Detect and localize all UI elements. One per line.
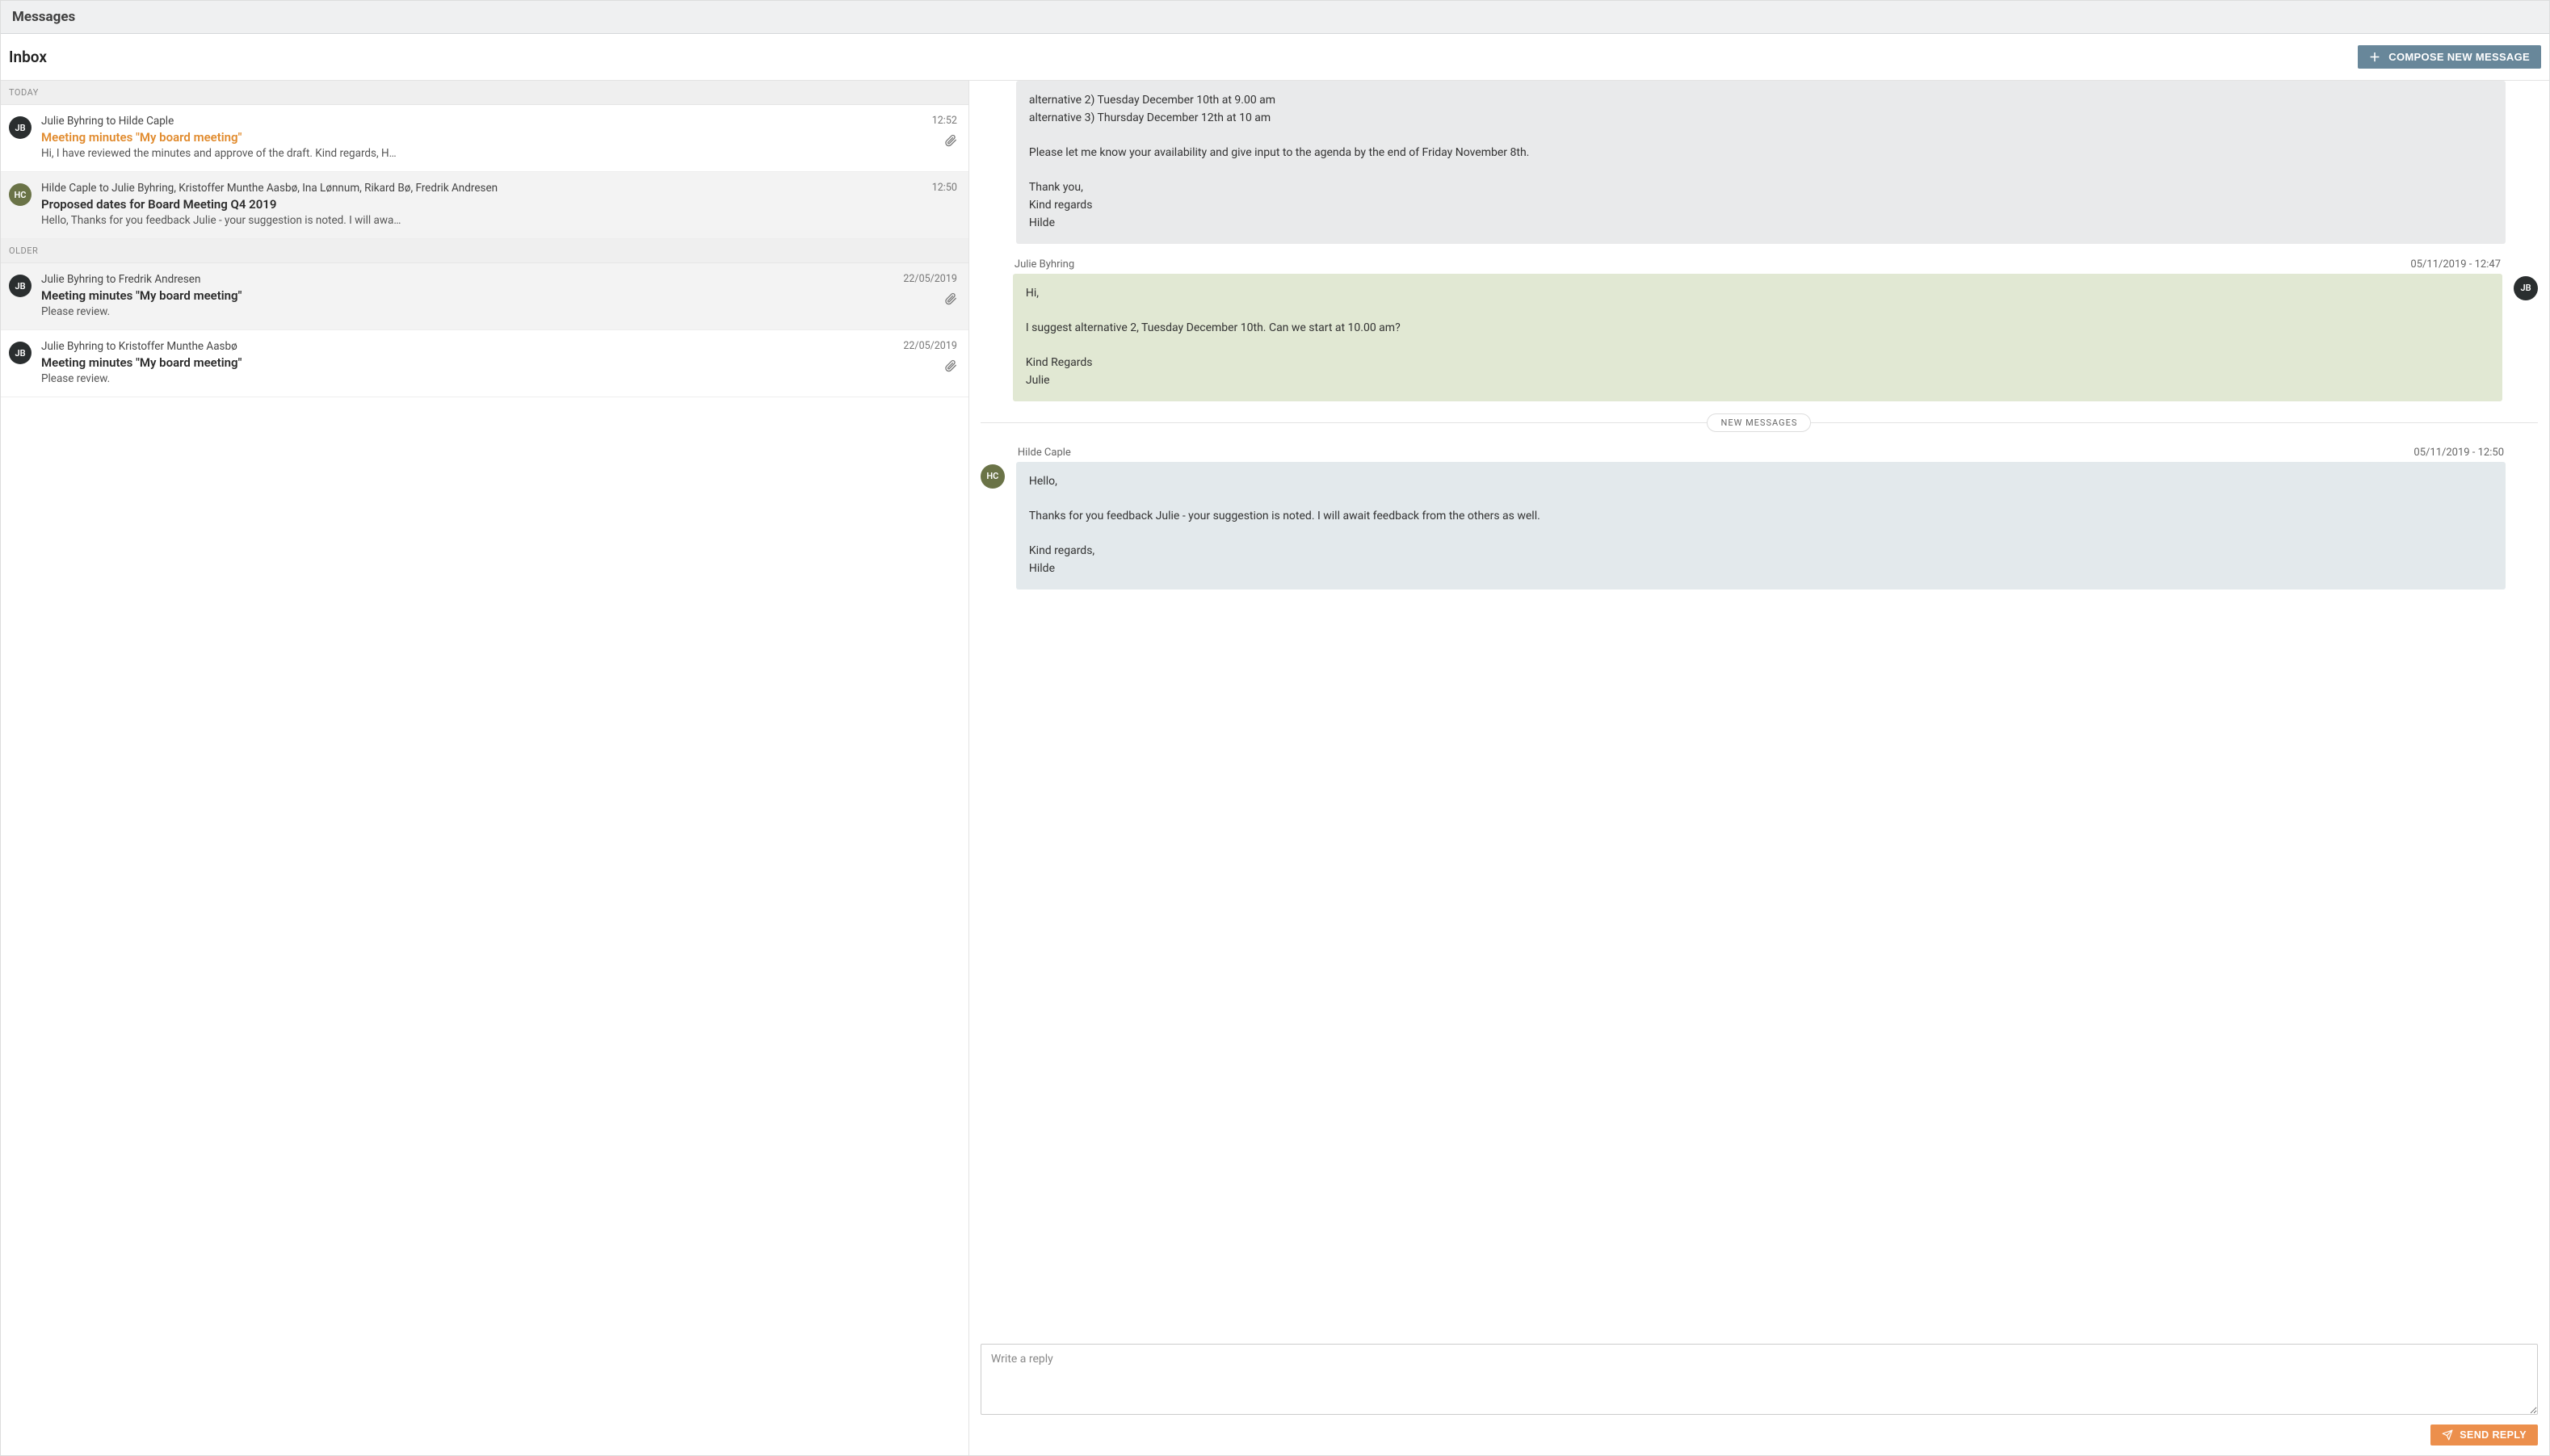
message-subject: Meeting minutes "My board meeting" [41, 288, 957, 303]
reply-input[interactable] [981, 1344, 2538, 1415]
avatar: JB [9, 342, 32, 364]
reply-area: SEND REPLY [969, 1336, 2549, 1455]
list-group-header: TODAY [1, 81, 968, 105]
message-item-body: Julie Byhring to Hilde Caple Meeting minu… [41, 115, 957, 160]
plus-icon: ＋ [2369, 52, 2380, 63]
message-preview: Hi, I have reviewed the minutes and appr… [41, 147, 957, 160]
divider-label: NEW MESSAGES [1707, 413, 1811, 432]
compose-button-label: COMPOSE NEW MESSAGE [2388, 51, 2530, 63]
message-time: 22/05/2019 [903, 273, 957, 285]
bubble-sender: Hilde Caple [1018, 447, 1071, 459]
message-list-item[interactable]: JB Julie Byhring to Kristoffer Munthe Aas… [1, 330, 968, 397]
bubble-wrap: alternative 2) Tuesday December 10th at … [1016, 81, 2506, 244]
message-time: 12:50 [932, 182, 957, 194]
thread-message-row: Julie Byhring 05/11/2019 - 12:47 Hi, I sug… [981, 258, 2538, 401]
message-from: Julie Byhring to Kristoffer Munthe Aasbø [41, 340, 957, 353]
paperclip-icon [944, 134, 957, 147]
bubble-wrap: Julie Byhring 05/11/2019 - 12:47 Hi, I sug… [1013, 258, 2502, 401]
bubble-body: Hello, Thanks for you feedback Julie - y… [1016, 462, 2506, 590]
thread-message-row: alternative 2) Tuesday December 10th at … [981, 81, 2538, 244]
avatar: JB [9, 275, 32, 297]
thread-scroll[interactable]: alternative 2) Tuesday December 10th at … [969, 81, 2549, 1336]
bubble-body: alternative 2) Tuesday December 10th at … [1016, 81, 2506, 244]
message-subject: Meeting minutes "My board meeting" [41, 355, 957, 370]
avatar: JB [9, 116, 32, 139]
reply-actions: SEND REPLY [981, 1425, 2538, 1446]
bubble-header: Hilde Caple 05/11/2019 - 12:50 [1016, 447, 2506, 462]
page-title: Messages [12, 9, 2538, 25]
message-list-item[interactable]: HC Hilde Caple to Julie Byhring, Kristoff… [1, 172, 968, 239]
avatar: HC [981, 464, 1005, 489]
message-list-item[interactable]: JB Julie Byhring to Fredrik Andresen Meeti… [1, 263, 968, 330]
message-list-item[interactable]: JB Julie Byhring to Hilde Caple Meeting mi… [1, 105, 968, 172]
bubble-wrap: Hilde Caple 05/11/2019 - 12:50 Hello, Than… [1016, 447, 2506, 590]
message-subject: Proposed dates for Board Meeting Q4 2019 [41, 197, 957, 212]
inbox-title: Inbox [9, 48, 47, 66]
message-from: Julie Byhring to Hilde Caple [41, 115, 957, 128]
bubble-sender: Julie Byhring [1015, 258, 1074, 271]
message-item-body: Hilde Caple to Julie Byhring, Kristoffer… [41, 182, 957, 227]
main-area: TODAY JB Julie Byhring to Hilde Caple Meeti… [1, 81, 2549, 1455]
send-reply-button[interactable]: SEND REPLY [2430, 1425, 2538, 1446]
avatar: JB [2514, 276, 2538, 300]
message-from: Hilde Caple to Julie Byhring, Kristoffer… [41, 182, 957, 195]
message-item-body: Julie Byhring to Fredrik Andresen Meeting… [41, 273, 957, 318]
message-list[interactable]: TODAY JB Julie Byhring to Hilde Caple Meeti… [1, 81, 969, 1455]
new-messages-divider: NEW MESSAGES [981, 416, 2538, 429]
topbar: Messages [1, 1, 2549, 34]
message-preview: Hello, Thanks for you feedback Julie - y… [41, 214, 957, 227]
bubble-timestamp: 05/11/2019 - 12:47 [2410, 258, 2501, 271]
compose-button[interactable]: ＋ COMPOSE NEW MESSAGE [2358, 45, 2541, 69]
app-root: Messages Inbox ＋ COMPOSE NEW MESSAGE TOD… [0, 0, 2550, 1456]
message-from: Julie Byhring to Fredrik Andresen [41, 273, 957, 286]
bubble-timestamp: 05/11/2019 - 12:50 [2413, 447, 2504, 459]
avatar: HC [9, 183, 32, 206]
bubble-header: Julie Byhring 05/11/2019 - 12:47 [1013, 258, 2502, 274]
paperclip-icon [944, 359, 957, 372]
send-icon [2442, 1429, 2453, 1441]
message-preview: Please review. [41, 305, 957, 318]
message-item-body: Julie Byhring to Kristoffer Munthe Aasbø… [41, 340, 957, 385]
subheader: Inbox ＋ COMPOSE NEW MESSAGE [1, 34, 2549, 81]
send-reply-label: SEND REPLY [2460, 1429, 2527, 1441]
thread-message-row: HC Hilde Caple 05/11/2019 - 12:50 Hello, Th… [981, 447, 2538, 590]
bubble-body: Hi, I suggest alternative 2, Tuesday Dec… [1013, 274, 2502, 401]
message-time: 12:52 [932, 115, 957, 127]
thread-pane: alternative 2) Tuesday December 10th at … [969, 81, 2549, 1455]
list-group-header: OLDER [1, 239, 968, 263]
message-time: 22/05/2019 [903, 340, 957, 352]
message-preview: Please review. [41, 372, 957, 385]
message-subject: Meeting minutes "My board meeting" [41, 130, 957, 145]
paperclip-icon [944, 292, 957, 305]
